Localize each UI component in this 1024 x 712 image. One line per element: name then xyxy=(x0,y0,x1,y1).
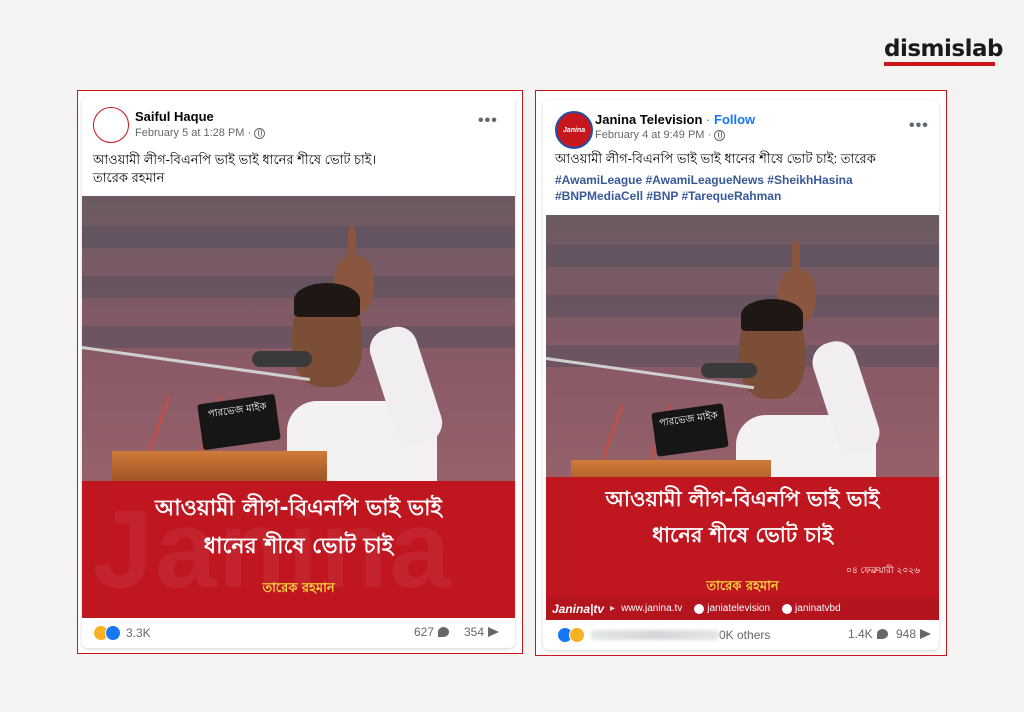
dismislab-logo: dismislab xyxy=(884,36,1003,62)
reaction-count: 3.3K xyxy=(126,626,151,640)
post-meta: February 5 at 1:28 PM · xyxy=(135,127,266,139)
post-text-line: তারেক রহমান xyxy=(93,170,165,185)
banner-name: তারেক রহমান xyxy=(262,581,335,596)
post-author-line: Janina Television · Follow xyxy=(595,112,755,127)
channel-footer: Janina|tv ▸ www.janina.tv janiatelevisio… xyxy=(546,597,939,620)
footer-website: www.janina.tv xyxy=(621,603,683,614)
youtube-icon xyxy=(782,603,793,614)
image-banner: Janina আওয়ামী লীগ-বিএনপি ভাই ভাই ধানের … xyxy=(82,481,515,618)
reaction-summary[interactable]: 3.3K xyxy=(93,625,151,641)
comment-icon xyxy=(438,627,450,637)
comments-count[interactable]: 1.4K xyxy=(848,627,888,641)
left-post-card: Saiful Haque February 5 at 1:28 PM · •••… xyxy=(82,96,515,648)
post-timestamp[interactable]: February 4 at 9:49 PM xyxy=(595,129,704,141)
share-icon xyxy=(920,629,932,639)
shares-count[interactable]: 354 xyxy=(464,625,500,639)
hashtag-line[interactable]: #AwamiLeague #AwamiLeagueNews #SheikhHas… xyxy=(555,172,935,188)
comments-count[interactable]: 627 xyxy=(414,625,450,639)
more-options-icon[interactable]: ••• xyxy=(909,117,929,135)
redacted-names xyxy=(591,630,719,640)
avatar[interactable]: Janina xyxy=(555,111,593,149)
reaction-others: 0K others xyxy=(719,628,771,642)
haha-reaction-icon xyxy=(569,627,585,643)
banner-headline: ধানের শীষে ভোট চাই xyxy=(203,534,394,559)
comment-icon xyxy=(876,629,888,639)
post-text-line: আওয়ামী লীগ-বিএনপি ভাই ভাই ধানের শীষে ভো… xyxy=(93,152,377,167)
banner-headline: আওয়ামী লীগ-বিএনপি ভাই ভাই xyxy=(155,496,442,521)
post-text: আওয়ামী লীগ-বিএনপি ভাই ভাই ধানের শীষে ভো… xyxy=(93,151,503,187)
banner-date: ০৪ ফেব্রুয়ারী ২০২৬ xyxy=(846,566,920,576)
hashtags: #AwamiLeague #AwamiLeagueNews #SheikhHas… xyxy=(555,172,935,204)
avatar-text: Janina xyxy=(562,126,586,134)
avatar[interactable] xyxy=(93,107,129,143)
post-image[interactable]: পারভেজ মাইক আওয়ামী লীগ-বিএনপি ভাই ভাই ধ… xyxy=(546,215,939,620)
banner-name: তারেক রহমান xyxy=(706,579,779,594)
globe-icon xyxy=(714,129,726,141)
reaction-summary[interactable]: 0K others xyxy=(557,627,770,643)
separator: · xyxy=(706,112,711,127)
right-post-card: Janina Janina Television · Follow Februa… xyxy=(543,100,939,650)
footer-brand: Janina|tv xyxy=(552,601,605,616)
microphone xyxy=(252,351,312,367)
facebook-icon xyxy=(694,603,705,614)
share-icon xyxy=(488,627,500,637)
shares-count[interactable]: 948 xyxy=(896,627,932,641)
footer-youtube: janinatvbd xyxy=(795,603,841,614)
banner-headline: ধানের শীষে ভোট চাই xyxy=(652,523,833,547)
logo-underline xyxy=(884,62,995,66)
post-timestamp[interactable]: February 5 at 1:28 PM xyxy=(135,127,244,139)
post-meta: February 4 at 9:49 PM · xyxy=(595,129,726,141)
globe-icon xyxy=(254,127,266,139)
post-text: আওয়ামী লীগ-বিএনপি ভাই ভাই ধানের শীষে ভো… xyxy=(555,151,876,166)
mic-label: পারভেজ মাইক xyxy=(658,410,719,430)
post-image[interactable]: পারভেজ মাইক Janina আওয়ামী লীগ-বিএনপি ভা… xyxy=(82,196,515,618)
microphone xyxy=(701,363,757,378)
post-author[interactable]: Janina Television xyxy=(595,112,702,127)
image-banner: আওয়ামী লীগ-বিএনপি ভাই ভাই ধানের শীষে ভো… xyxy=(546,477,939,620)
more-options-icon[interactable]: ••• xyxy=(478,112,498,130)
banner-headline: আওয়ামী লীগ-বিএনপি ভাই ভাই xyxy=(605,487,880,511)
like-reaction-icon xyxy=(105,625,121,641)
follow-button[interactable]: Follow xyxy=(714,112,755,127)
mic-label: পারভেজ মাইক xyxy=(207,401,268,421)
footer-facebook: janiatelevision xyxy=(707,603,771,614)
hashtag-line[interactable]: #BNPMediaCell #BNP #TarequeRahman xyxy=(555,188,935,204)
post-author[interactable]: Saiful Haque xyxy=(135,109,214,124)
